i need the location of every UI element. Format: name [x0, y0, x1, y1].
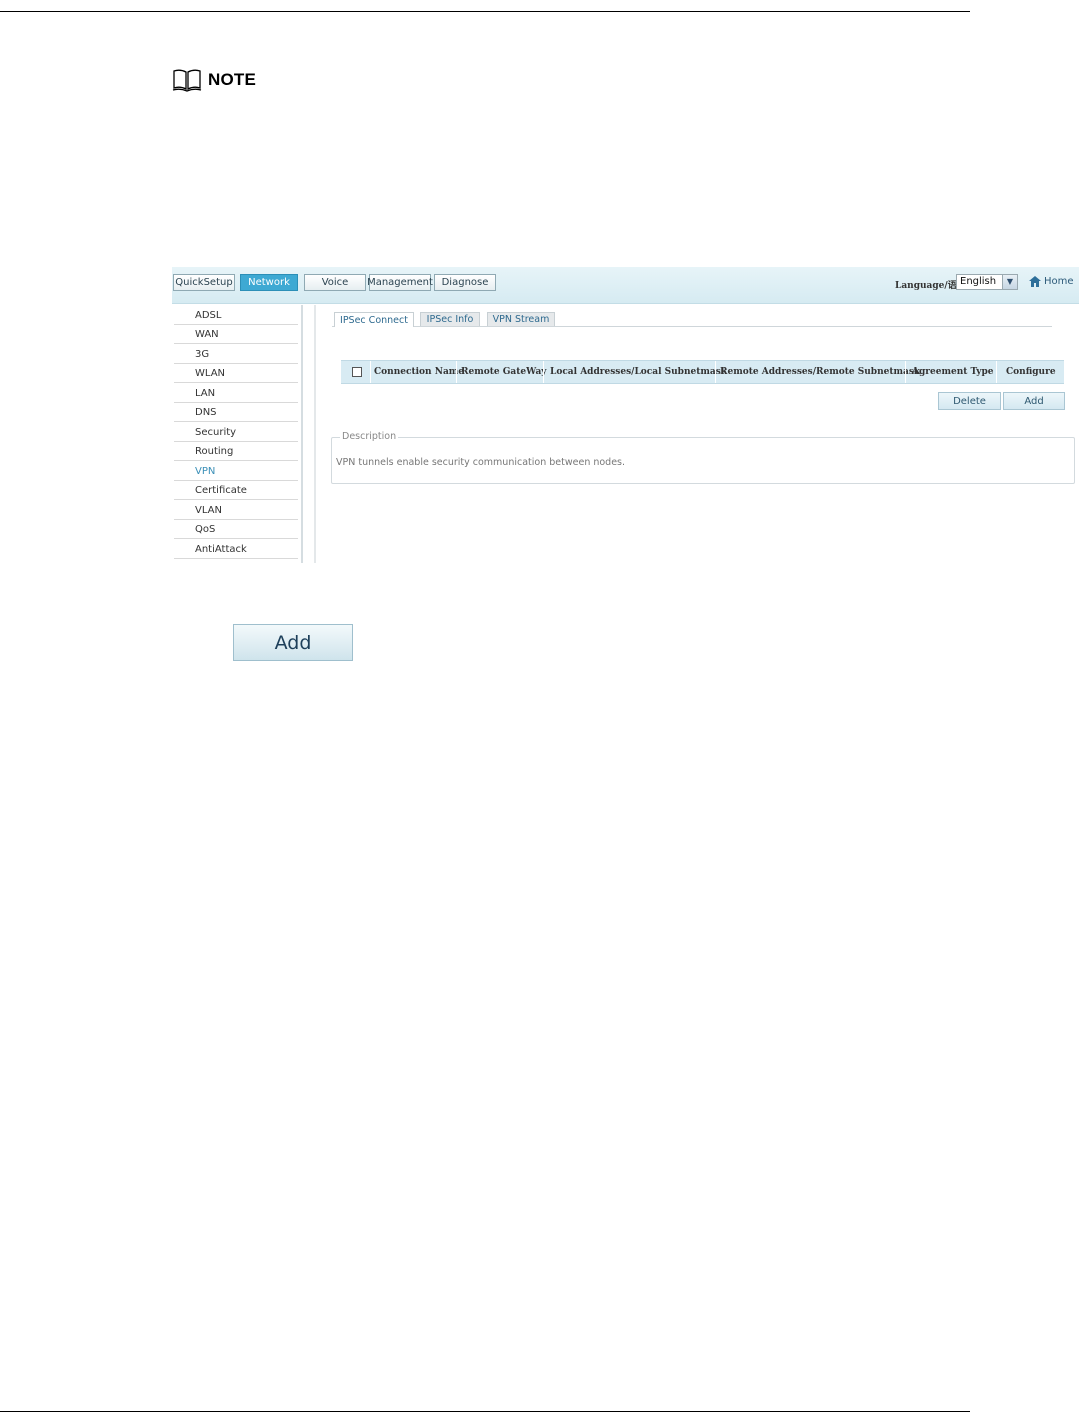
tab-vpn-stream[interactable]: VPN Stream	[487, 312, 555, 326]
sidebar-item-vlan[interactable]: VLAN	[174, 501, 298, 520]
sidebar-item-antiattack[interactable]: AntiAttack	[174, 540, 298, 559]
home-label: Home	[1044, 276, 1074, 287]
sidebar-item-adsl[interactable]: ADSL	[174, 306, 298, 325]
column-separator	[543, 361, 544, 383]
sidebar-item-lan[interactable]: LAN	[174, 384, 298, 403]
sidebar-item-dns[interactable]: DNS	[174, 403, 298, 422]
nav-voice[interactable]: Voice	[304, 274, 366, 291]
nav-diagnose[interactable]: Diagnose	[434, 274, 496, 291]
chevron-down-icon[interactable]: ▼	[1002, 275, 1017, 289]
sidebar-item-routing[interactable]: Routing	[174, 442, 298, 461]
nav-network[interactable]: Network	[240, 274, 298, 291]
nav-management[interactable]: Management	[367, 274, 433, 291]
note-heading: NOTE	[172, 68, 256, 92]
col-remote-addresses: Remote Addresses/Remote Subnetmask	[720, 367, 921, 377]
sidebar-item-vpn[interactable]: VPN	[174, 462, 298, 481]
language-select[interactable]: English ▼	[956, 274, 1018, 290]
book-icon	[172, 69, 202, 92]
column-separator	[715, 361, 716, 383]
router-ui-screenshot: QuickSetup Network Voice Management Diag…	[172, 267, 1079, 563]
col-local-addresses: Local Addresses/Local Subnetmask	[550, 367, 728, 377]
add-button-large[interactable]: Add	[233, 624, 353, 661]
delete-button[interactable]: Delete	[938, 392, 1001, 410]
sidebar-item-wan[interactable]: WAN	[174, 325, 298, 344]
sidebar-item-certificate[interactable]: Certificate	[174, 481, 298, 500]
home-icon	[1029, 276, 1041, 287]
col-remote-gateway: Remote GateWay	[461, 367, 547, 377]
tab-bar: IPSec Connect IPSec Info VPN Stream	[332, 312, 1052, 327]
sidebar-item-qos[interactable]: QoS	[174, 520, 298, 539]
tab-ipsec-info[interactable]: IPSec Info	[420, 312, 480, 326]
sidebar: ADSL WAN 3G WLAN LAN DNS Security Routin…	[172, 305, 303, 563]
nav-quicksetup[interactable]: QuickSetup	[173, 274, 235, 291]
column-separator	[456, 361, 457, 383]
sidebar-item-security[interactable]: Security	[174, 423, 298, 442]
content-divider	[314, 305, 316, 563]
column-separator	[996, 361, 997, 383]
description-text: VPN tunnels enable security communicatio…	[336, 457, 626, 468]
add-button[interactable]: Add	[1003, 392, 1065, 410]
sidebar-item-3g[interactable]: 3G	[174, 345, 298, 364]
col-agreement-type: Agreement Type	[912, 367, 994, 377]
language-selected: English	[960, 276, 997, 287]
description-box: Description VPN tunnels enable security …	[331, 431, 1075, 484]
col-connection-name: Connection Name	[374, 367, 465, 377]
home-link[interactable]: Home	[1029, 276, 1074, 287]
top-nav-bar: QuickSetup Network Voice Management Diag…	[172, 267, 1079, 304]
table-header: Connection Name Remote GateWay Local Add…	[341, 360, 1064, 384]
column-separator	[370, 361, 371, 383]
top-rule	[0, 11, 970, 12]
col-configure: Configure	[1006, 367, 1056, 377]
sidebar-item-wlan[interactable]: WLAN	[174, 364, 298, 383]
note-label: NOTE	[208, 70, 257, 89]
description-legend: Description	[340, 431, 399, 442]
tab-ipsec-connect[interactable]: IPSec Connect	[334, 312, 414, 327]
bottom-rule	[0, 1411, 970, 1412]
column-separator	[905, 361, 906, 383]
select-all-checkbox[interactable]	[352, 367, 362, 377]
